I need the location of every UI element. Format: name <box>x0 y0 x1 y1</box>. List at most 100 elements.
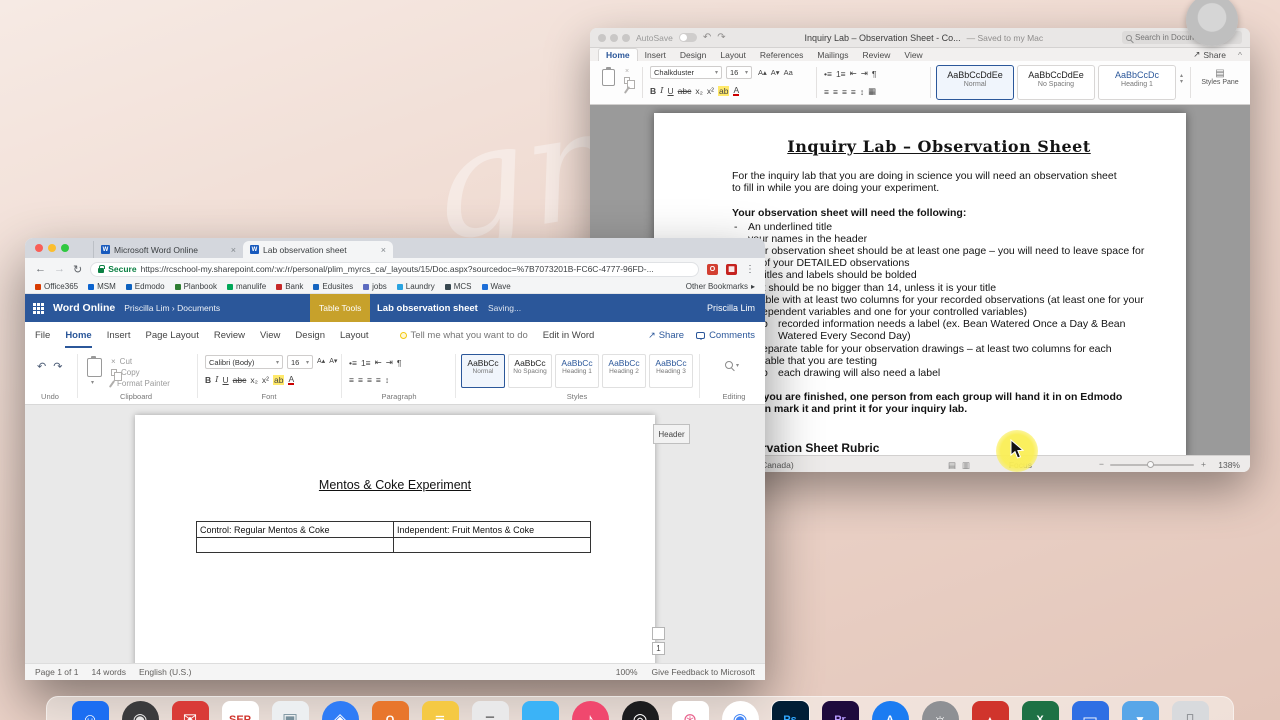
dock-icon-downloads-folder[interactable]: ▼ <box>1121 701 1159 720</box>
dock-icon-chrome[interactable]: ◉ <box>721 701 759 720</box>
style-no-spacing[interactable]: AaBbCc No Spacing <box>508 354 552 388</box>
share-button[interactable]: ↗ Share <box>1193 49 1226 60</box>
dock-icon-messages[interactable]: … <box>521 701 559 720</box>
style-normal[interactable]: AaBbCcDdEe Normal <box>936 65 1014 100</box>
menu-review[interactable]: Review <box>214 330 245 341</box>
align-center-button[interactable]: ≡ <box>358 375 363 385</box>
paragraph-marks-button[interactable]: ¶ <box>397 358 402 368</box>
browser-menu-icon[interactable]: ⋮ <box>745 264 755 275</box>
font-name-select[interactable]: Calibri (Body) ▾ <box>205 355 283 369</box>
close-tab-icon[interactable]: × <box>231 245 236 255</box>
paste-button[interactable] <box>602 67 615 86</box>
italic-button[interactable]: I <box>215 375 218 385</box>
style-no-spacing[interactable]: AaBbCcDdEe No Spacing <box>1017 65 1095 100</box>
bookmark-laundry[interactable]: Laundry <box>396 282 435 291</box>
app-launcher-icon[interactable] <box>33 302 44 314</box>
bookmark-bank[interactable]: Bank <box>276 282 303 291</box>
format-painter-icon[interactable] <box>623 86 631 94</box>
subscript-button[interactable]: x₂ <box>250 375 258 385</box>
bullets-button[interactable]: •≡ <box>824 69 832 79</box>
bookmark-manulife[interactable]: manulife <box>226 282 266 291</box>
undo-icon[interactable]: ↶ <box>37 360 46 373</box>
document-title[interactable]: Lab observation sheet <box>377 303 478 314</box>
dock-icon-system-preferences[interactable]: ☼ <box>921 701 959 720</box>
breadcrumb[interactable]: Priscilla Lim › Documents <box>124 303 220 313</box>
paragraph-marks-button[interactable]: ¶ <box>872 69 877 79</box>
subscript-button[interactable]: x₂ <box>695 86 703 96</box>
word-count[interactable]: 14 words <box>91 667 126 677</box>
bullets-button[interactable]: •≡ <box>349 358 357 368</box>
ribbon-tab-home[interactable]: Home <box>598 48 638 61</box>
align-left-button[interactable]: ≡ <box>349 375 354 385</box>
zoom-slider[interactable] <box>1110 461 1194 468</box>
menu-insert[interactable]: Insert <box>107 330 131 341</box>
table-cell[interactable] <box>393 537 591 553</box>
copy-button[interactable]: Copy <box>111 368 170 381</box>
style-heading-2[interactable]: AaBbCc Heading 2 <box>602 354 646 388</box>
undo-icon[interactable]: ↶ <box>703 32 711 43</box>
style-heading-3[interactable]: AaBbCc Heading 3 <box>649 354 693 388</box>
read-mode-icon[interactable]: ▤ <box>948 460 956 471</box>
highlight-button[interactable]: ab <box>718 86 730 96</box>
menu-file[interactable]: File <box>35 330 50 341</box>
underline-button[interactable]: U <box>223 375 229 385</box>
superscript-button[interactable]: x² <box>262 375 269 385</box>
dock-icon-trash[interactable]: ▯ <box>1171 701 1209 720</box>
strikethrough-button[interactable]: abc <box>678 86 692 96</box>
font-color-button[interactable]: A <box>288 375 295 385</box>
forward-button[interactable]: → <box>54 263 65 275</box>
align-right-button[interactable]: ≡ <box>842 87 847 97</box>
find-button[interactable]: ▾ <box>725 361 739 369</box>
align-center-button[interactable]: ≡ <box>833 87 838 97</box>
browser-tab-lab-observation-sheet[interactable]: W Lab observation sheet × <box>243 241 393 258</box>
style-heading-1[interactable]: AaBbCc Heading 1 <box>555 354 599 388</box>
justify-button[interactable]: ≡ <box>376 375 381 385</box>
ribbon-tab-view[interactable]: View <box>897 49 929 61</box>
language-status[interactable]: English (U.S.) <box>139 667 191 677</box>
share-button[interactable]: ↗ Share <box>648 330 684 341</box>
ribbon-tab-references[interactable]: References <box>753 49 810 61</box>
browser-tab-word-online[interactable]: W Microsoft Word Online × <box>93 241 243 258</box>
line-spacing-button[interactable]: ↕ <box>860 87 864 97</box>
strikethrough-button[interactable]: abc <box>233 375 247 385</box>
style-heading-1[interactable]: AaBbCcDc Heading 1 <box>1098 65 1176 100</box>
menu-page-layout[interactable]: Page Layout <box>145 330 198 341</box>
dock-icon-siri[interactable]: ◉ <box>121 701 159 720</box>
dock-icon-premiere[interactable]: Pr <box>821 701 859 720</box>
dock-icon-app-store[interactable]: A <box>871 701 909 720</box>
dock-icon-photoshop[interactable]: Ps <box>771 701 809 720</box>
extension-icon-o[interactable]: O <box>707 263 718 275</box>
dock-icon-excel[interactable]: X <box>1021 701 1059 720</box>
word-online-page[interactable]: Mentos & Coke Experiment Control: Regula… <box>135 415 655 663</box>
borders-button[interactable]: ▦ <box>868 86 876 97</box>
tell-me-box[interactable]: Tell me what you want to do <box>399 330 528 341</box>
dock-icon-photos[interactable]: ⊛ <box>671 701 709 720</box>
align-left-button[interactable]: ≡ <box>824 87 829 97</box>
grow-font-icon[interactable]: A▴ <box>758 68 767 77</box>
app-name[interactable]: Word Online <box>53 302 115 314</box>
copy-icon[interactable] <box>624 77 635 89</box>
doc-title[interactable]: Mentos & Coke Experiment <box>135 478 655 492</box>
outdent-button[interactable]: ⇤ <box>375 357 382 368</box>
indent-button[interactable]: ⇥ <box>386 357 393 368</box>
reload-button[interactable]: ↻ <box>73 263 82 276</box>
indent-button[interactable]: ⇥ <box>861 68 868 79</box>
zoom-out-button[interactable]: − <box>1099 459 1104 469</box>
cut-button[interactable]: × Cut <box>111 357 170 366</box>
highlight-button[interactable]: ab <box>273 375 285 385</box>
edit-in-word-button[interactable]: Edit in Word <box>543 330 595 341</box>
bookmark-msm[interactable]: MSM <box>88 282 116 291</box>
url-text[interactable]: https://rcschool-my.sharepoint.com/:w:/r… <box>141 264 691 274</box>
font-color-button[interactable]: A <box>733 86 740 96</box>
table-cell[interactable] <box>196 537 394 553</box>
underline-button[interactable]: U <box>668 86 674 96</box>
zoom-slider-thumb[interactable] <box>1146 461 1154 468</box>
paste-dropdown-icon[interactable]: ▾ <box>91 379 94 386</box>
bookmark-wave[interactable]: Wave <box>481 282 511 291</box>
back-button[interactable]: ← <box>35 263 46 275</box>
redo-icon[interactable]: ↷ <box>717 32 725 43</box>
window-controls[interactable] <box>598 33 630 42</box>
change-case-icon[interactable]: Aa <box>784 68 793 77</box>
close-tab-icon[interactable]: × <box>381 245 386 255</box>
bookmark-edmodo[interactable]: Edmodo <box>125 282 165 291</box>
